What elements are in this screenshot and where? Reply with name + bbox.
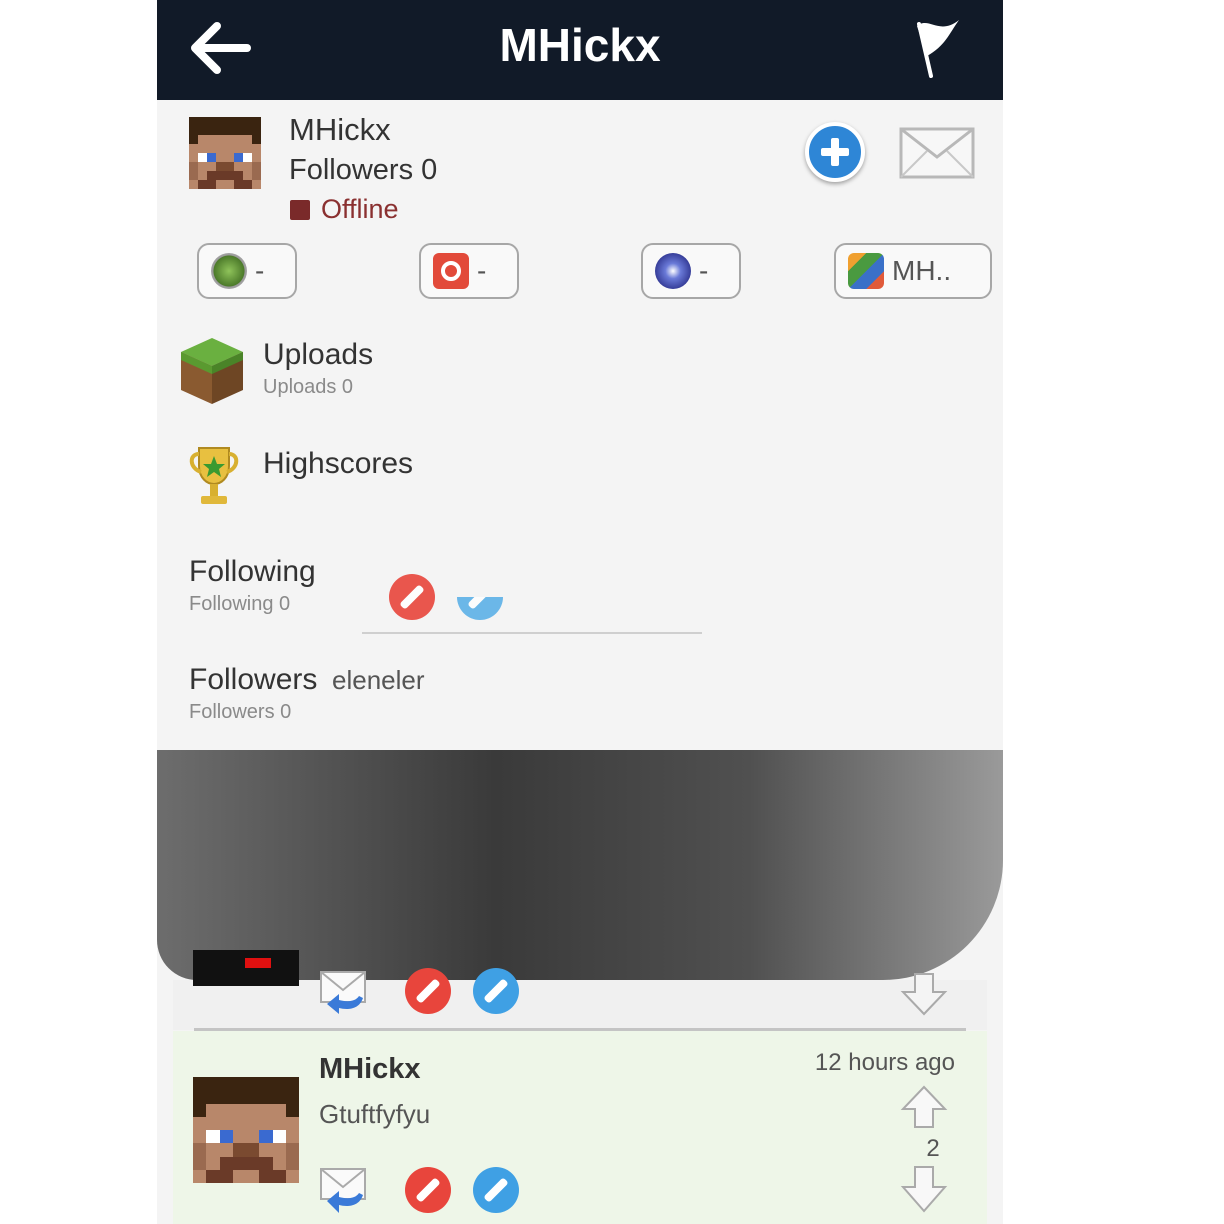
comment-author[interactable]: MHickx xyxy=(319,1053,421,1086)
game-center-icon xyxy=(848,253,884,289)
downvote-icon[interactable] xyxy=(899,1165,949,1215)
downvote-icon[interactable] xyxy=(899,972,949,1018)
upvote-icon[interactable] xyxy=(899,1083,949,1129)
platform-xbox[interactable]: - xyxy=(197,243,297,299)
following-count: Following 0 xyxy=(189,593,291,615)
followers-title[interactable]: Followers xyxy=(189,663,317,697)
following-title[interactable]: Following xyxy=(189,555,316,589)
platform-value: - xyxy=(477,255,487,286)
overlay-username: eleneler xyxy=(332,665,425,695)
uploads-title[interactable]: Uploads xyxy=(263,338,373,372)
trophy-icon xyxy=(189,447,239,504)
ignore-icon[interactable] xyxy=(473,968,519,1014)
vote-score: 2 xyxy=(926,1135,940,1162)
block-icon[interactable] xyxy=(405,968,451,1014)
platform-value: MH.. xyxy=(892,255,952,286)
profile-name: MHickx xyxy=(289,112,391,147)
platform-value: - xyxy=(255,255,265,286)
obscured-region xyxy=(157,750,1003,980)
avatar xyxy=(193,1077,299,1183)
comment-timestamp: 12 hours ago xyxy=(814,1049,955,1076)
avatar xyxy=(193,950,299,986)
status-indicator xyxy=(290,200,310,220)
platform-origin[interactable]: - xyxy=(419,243,519,299)
page-title: MHickx xyxy=(499,19,661,71)
reply-icon[interactable] xyxy=(319,1165,369,1215)
nav-bar: MHickx xyxy=(157,0,1003,100)
avatar xyxy=(189,117,261,189)
divider xyxy=(362,632,702,634)
origin-icon xyxy=(433,253,469,289)
xbox-icon xyxy=(211,253,247,289)
followers-count: Followers 0 xyxy=(189,701,292,723)
app-screen: MHickx MHickx Followers 0 Offline - - - … xyxy=(157,0,1003,1224)
comment-item xyxy=(173,950,987,1030)
playstation-network-icon xyxy=(655,253,691,289)
profile-followers-count: Followers 0 xyxy=(289,154,438,186)
platform-game-center[interactable]: MH.. xyxy=(834,243,992,299)
reply-icon[interactable] xyxy=(319,970,369,1016)
grass-block-icon xyxy=(181,338,243,404)
follow-button[interactable] xyxy=(805,122,865,182)
status-label: Offline xyxy=(321,194,399,224)
flag-icon[interactable] xyxy=(905,16,965,80)
highscores-title[interactable]: Highscores xyxy=(263,447,413,481)
block-icon xyxy=(389,574,435,620)
ignore-icon[interactable] xyxy=(473,1167,519,1213)
unblock-icon xyxy=(457,597,503,620)
block-icon[interactable] xyxy=(405,1167,451,1213)
uploads-count: Uploads 0 xyxy=(263,376,354,398)
envelope-icon[interactable] xyxy=(899,127,975,179)
platform-value: - xyxy=(699,255,709,286)
comment-text: Gtuftfyfyu xyxy=(319,1099,431,1129)
platform-psn[interactable]: - xyxy=(641,243,741,299)
comment-item: MHickx Gtuftfyfyu 12 hours ago 2 xyxy=(173,1031,987,1224)
